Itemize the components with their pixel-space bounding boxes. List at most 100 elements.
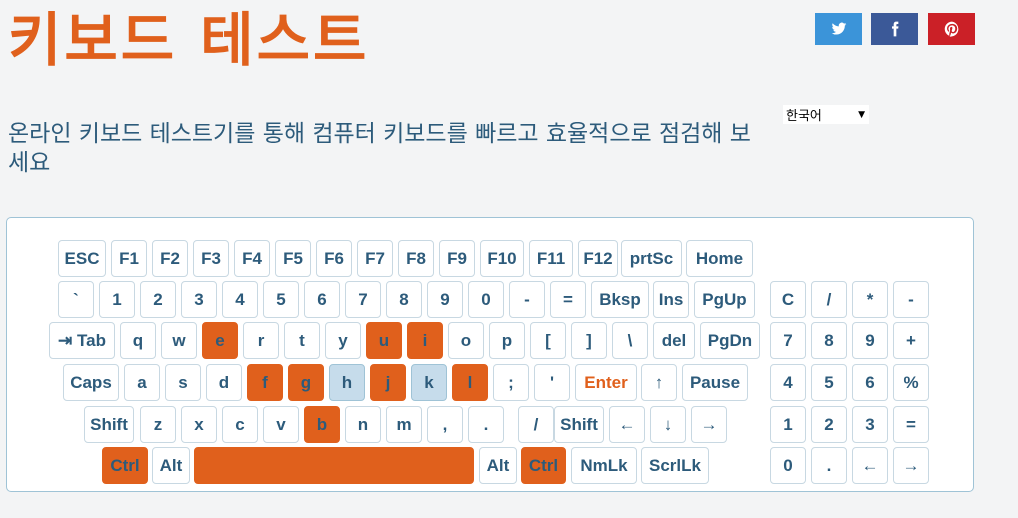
key-f3[interactable]: F3 xyxy=(193,240,229,277)
key-r[interactable]: r xyxy=(243,322,279,359)
numpad-key-arrow-left[interactable]: ← xyxy=(852,447,888,484)
key-k[interactable]: k xyxy=(411,364,447,401)
key-f9[interactable]: F9 xyxy=(439,240,475,277)
numpad-key-8[interactable]: 8 xyxy=(811,322,847,359)
key-9[interactable]: 9 xyxy=(427,281,463,318)
key-g[interactable]: g xyxy=(288,364,324,401)
key-arrow-down[interactable]: ↓ xyxy=(650,406,686,443)
key-j[interactable]: j xyxy=(370,364,406,401)
numpad-key-0[interactable]: 0 xyxy=(770,447,806,484)
key-insert[interactable]: Ins xyxy=(653,281,689,318)
numpad-key-decimal[interactable]: . xyxy=(811,447,847,484)
key-x[interactable]: x xyxy=(181,406,217,443)
key-f6[interactable]: F6 xyxy=(316,240,352,277)
key-semicolon[interactable]: ; xyxy=(493,364,529,401)
key-comma[interactable]: , xyxy=(427,406,463,443)
numpad-key-equals[interactable]: = xyxy=(893,406,929,443)
key-e[interactable]: e xyxy=(202,322,238,359)
numpad-key-4[interactable]: 4 xyxy=(770,364,806,401)
numpad-key-7[interactable]: 7 xyxy=(770,322,806,359)
key-5[interactable]: 5 xyxy=(263,281,299,318)
numpad-key-percent[interactable]: % xyxy=(893,364,929,401)
key-f11[interactable]: F11 xyxy=(529,240,573,277)
key-space[interactable] xyxy=(194,447,474,484)
key-p[interactable]: p xyxy=(489,322,525,359)
key-right-bracket[interactable]: ] xyxy=(571,322,607,359)
numpad-key-5[interactable]: 5 xyxy=(811,364,847,401)
key-backslash[interactable]: \ xyxy=(612,322,648,359)
key-c[interactable]: c xyxy=(222,406,258,443)
key-f1[interactable]: F1 xyxy=(111,240,147,277)
key-arrow-up[interactable]: ↑ xyxy=(641,364,677,401)
key-period[interactable]: . xyxy=(468,406,504,443)
key-q[interactable]: q xyxy=(120,322,156,359)
facebook-share-button[interactable] xyxy=(871,13,918,45)
numpad-key-multiply[interactable]: * xyxy=(852,281,888,318)
key-scrolllock[interactable]: ScrlLk xyxy=(641,447,709,484)
key-b[interactable]: b xyxy=(304,406,340,443)
key-pagedown[interactable]: PgDn xyxy=(700,322,760,359)
key-h[interactable]: h xyxy=(329,364,365,401)
key-2[interactable]: 2 xyxy=(140,281,176,318)
key-numlock[interactable]: NmLk xyxy=(571,447,637,484)
key-z[interactable]: z xyxy=(140,406,176,443)
key-pageup[interactable]: PgUp xyxy=(694,281,755,318)
key-alt-left[interactable]: Alt xyxy=(152,447,190,484)
language-select[interactable]: 한국어 ▼ xyxy=(783,105,869,124)
key-6[interactable]: 6 xyxy=(304,281,340,318)
key-ctrl-left[interactable]: Ctrl xyxy=(102,447,148,484)
numpad-key-9[interactable]: 9 xyxy=(852,322,888,359)
key-y[interactable]: y xyxy=(325,322,361,359)
key-m[interactable]: m xyxy=(386,406,422,443)
key-arrow-right[interactable]: → xyxy=(691,406,727,443)
key-enter[interactable]: Enter xyxy=(575,364,637,401)
key-quote[interactable]: ' xyxy=(534,364,570,401)
key-f12[interactable]: F12 xyxy=(578,240,618,277)
key-l[interactable]: l xyxy=(452,364,488,401)
key-d[interactable]: d xyxy=(206,364,242,401)
key-f2[interactable]: F2 xyxy=(152,240,188,277)
numpad-key-2[interactable]: 2 xyxy=(811,406,847,443)
numpad-key-1[interactable]: 1 xyxy=(770,406,806,443)
key-tab[interactable]: ⇥ Tab xyxy=(49,322,115,359)
key-3[interactable]: 3 xyxy=(181,281,217,318)
key-f7[interactable]: F7 xyxy=(357,240,393,277)
key-n[interactable]: n xyxy=(345,406,381,443)
key-equals[interactable]: = xyxy=(550,281,586,318)
key-ctrl-right[interactable]: Ctrl xyxy=(521,447,566,484)
key-shift-right[interactable]: Shift xyxy=(554,406,604,443)
pinterest-share-button[interactable] xyxy=(928,13,975,45)
key-backspace[interactable]: Bksp xyxy=(591,281,649,318)
numpad-key-divide[interactable]: / xyxy=(811,281,847,318)
key-arrow-left[interactable]: ← xyxy=(609,406,645,443)
key-home[interactable]: Home xyxy=(686,240,753,277)
key-u[interactable]: u xyxy=(366,322,402,359)
key-1[interactable]: 1 xyxy=(99,281,135,318)
key-i[interactable]: i xyxy=(407,322,443,359)
key-0[interactable]: 0 xyxy=(468,281,504,318)
key-slash[interactable]: / xyxy=(518,406,554,443)
numpad-key-add[interactable]: + xyxy=(893,322,929,359)
key-t[interactable]: t xyxy=(284,322,320,359)
key-backtick[interactable]: ` xyxy=(58,281,94,318)
key-f4[interactable]: F4 xyxy=(234,240,270,277)
key-s[interactable]: s xyxy=(165,364,201,401)
key-4[interactable]: 4 xyxy=(222,281,258,318)
key-v[interactable]: v xyxy=(263,406,299,443)
key-w[interactable]: w xyxy=(161,322,197,359)
key-7[interactable]: 7 xyxy=(345,281,381,318)
key-shift-left[interactable]: Shift xyxy=(84,406,134,443)
key-f[interactable]: f xyxy=(247,364,283,401)
key-esc[interactable]: ESC xyxy=(58,240,106,277)
key-left-bracket[interactable]: [ xyxy=(530,322,566,359)
key-f8[interactable]: F8 xyxy=(398,240,434,277)
key-a[interactable]: a xyxy=(124,364,160,401)
numpad-key-clear[interactable]: C xyxy=(770,281,806,318)
key-minus[interactable]: - xyxy=(509,281,545,318)
key-caps-lock[interactable]: Caps xyxy=(63,364,119,401)
key-8[interactable]: 8 xyxy=(386,281,422,318)
twitter-share-button[interactable] xyxy=(815,13,862,45)
key-pause[interactable]: Pause xyxy=(682,364,748,401)
numpad-key-6[interactable]: 6 xyxy=(852,364,888,401)
numpad-key-3[interactable]: 3 xyxy=(852,406,888,443)
